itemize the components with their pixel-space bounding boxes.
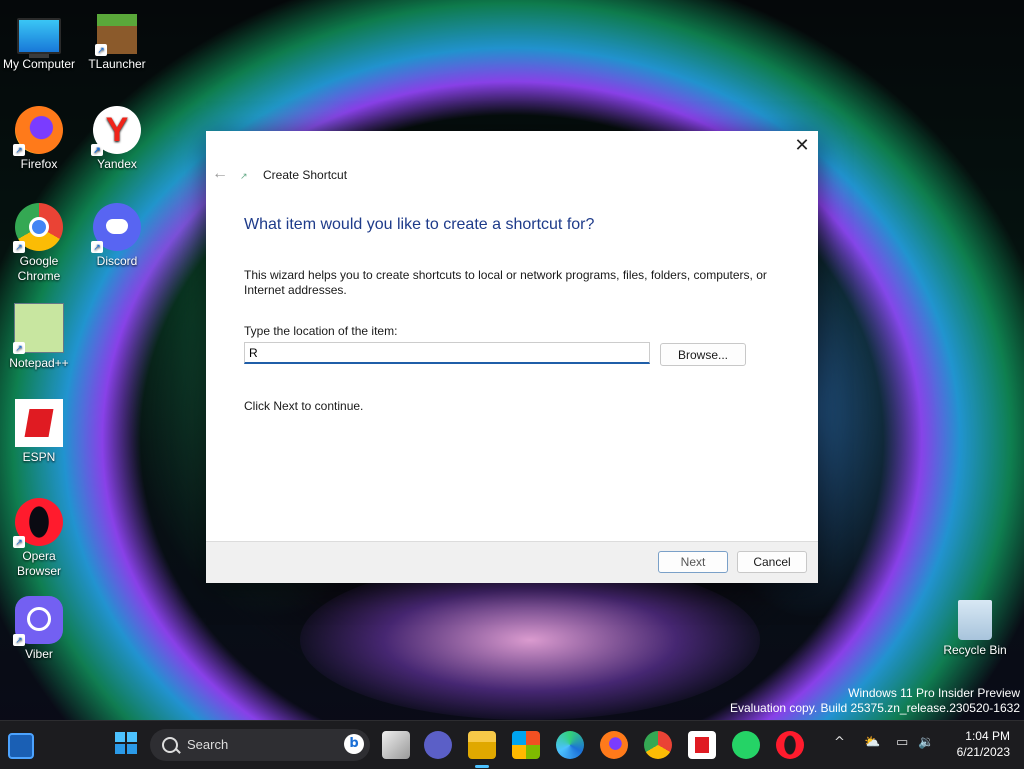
file-explorer-icon[interactable] <box>468 731 496 759</box>
desktop-icon-label: Viber <box>25 647 53 661</box>
notepadpp-icon: ↗ <box>13 303 64 354</box>
shortcut-arrow-icon: ↗ <box>91 241 103 253</box>
desktop-icon-recycle-bin[interactable]: Recycle Bin <box>936 596 1014 658</box>
monitor-icon <box>17 18 61 58</box>
network-icon[interactable]: ▭ <box>896 735 908 750</box>
close-icon[interactable]: ✕ <box>792 135 812 155</box>
shortcut-arrow-icon: ↗ <box>13 536 25 548</box>
desktop-icon-yandex[interactable]: Y ↗ Yandex <box>78 106 156 172</box>
recycle-bin-icon <box>958 600 992 640</box>
desktop-icon-label: My Computer <box>2 57 76 71</box>
desktop-icon-label: Opera Browser <box>16 549 61 578</box>
next-button[interactable]: Next <box>658 551 728 573</box>
desktop-icon-espn[interactable]: ESPN <box>0 399 78 465</box>
shortcut-arrow-icon: ↗ <box>13 342 25 354</box>
yandex-glyph: Y <box>105 111 129 149</box>
desktop-icon-label: Recycle Bin <box>943 643 1007 657</box>
edge-icon[interactable] <box>556 731 584 759</box>
chrome-icon: ↗ <box>13 203 63 253</box>
opera-icon: ↗ <box>13 498 63 548</box>
desktop-icon-discord[interactable]: ↗ Discord <box>78 203 156 269</box>
search-label: Search <box>187 737 229 752</box>
desktop-icon-notepadpp[interactable]: ↗ Notepad++ <box>0 303 78 371</box>
browse-button[interactable]: Browse... <box>660 343 746 366</box>
taskbar: Search b ^ ⛅ ▭ 🔉 1:04 PM 6/21/2023 <box>0 720 1024 769</box>
dialog-footer: Next Cancel <box>206 541 818 583</box>
watermark-line-2: Evaluation copy. Build 25375.zn_release.… <box>730 701 1020 715</box>
shortcut-arrow-icon: ↗ <box>91 144 103 156</box>
taskbar-clock[interactable]: 1:04 PM 6/21/2023 <box>957 728 1010 760</box>
taskbar-search[interactable]: Search b <box>150 729 370 761</box>
desktop-icon-firefox[interactable]: ↗ Firefox <box>0 106 78 172</box>
evaluation-watermark: Windows 11 Pro Insider Preview Evaluatio… <box>730 686 1020 716</box>
clock-date: 6/21/2023 <box>956 745 1010 759</box>
desktop-icon-viber[interactable]: ↗ Viber <box>0 596 78 662</box>
search-icon <box>162 737 178 753</box>
desktop-icon-label: Discord <box>96 254 138 268</box>
cancel-button[interactable]: Cancel <box>737 551 807 573</box>
discord-icon: ↗ <box>91 203 141 253</box>
desktop-icon-label: Notepad++ <box>9 356 69 370</box>
firefox-icon[interactable] <box>600 731 628 759</box>
watermark-line-1: Windows 11 Pro Insider Preview <box>848 686 1020 700</box>
opera-icon[interactable] <box>776 731 804 759</box>
create-shortcut-dialog: ✕ ← ↗ Create Shortcut What item would yo… <box>206 131 818 583</box>
location-label: Type the location of the item: <box>244 324 398 338</box>
firefox-icon: ↗ <box>13 106 63 156</box>
shortcut-arrow-icon: ↗ <box>95 44 107 56</box>
volume-icon[interactable]: 🔉 <box>918 735 934 750</box>
show-hidden-icons-chevron[interactable]: ^ <box>834 735 845 750</box>
espn-icon[interactable] <box>688 731 716 759</box>
viber-icon: ↗ <box>13 596 63 646</box>
desktop-icon-opera-browser[interactable]: ↗ Opera Browser <box>0 498 78 579</box>
desktop-icon-label: Yandex <box>97 157 137 171</box>
location-input[interactable] <box>244 342 650 364</box>
start-icon[interactable] <box>112 731 140 759</box>
espn-icon <box>15 399 63 447</box>
whatsapp-icon[interactable] <box>732 731 760 759</box>
desktop-icon-my-computer[interactable]: My Computer <box>0 10 78 72</box>
desktop-icon-label: TLauncher <box>88 57 146 71</box>
store-icon[interactable] <box>512 731 540 759</box>
dialog-heading: What item would you like to create a sho… <box>244 216 595 233</box>
task-view-icon[interactable] <box>382 731 410 759</box>
shortcut-arrow-icon: ↗ <box>13 144 25 156</box>
chrome-icon[interactable] <box>644 731 672 759</box>
dialog-description: This wizard helps you to create shortcut… <box>244 268 767 297</box>
next-hint: Click Next to continue. <box>244 399 364 413</box>
onedrive-offline-icon[interactable]: ⛅ <box>864 735 880 750</box>
minecraft-block-icon: ↗ <box>95 14 137 56</box>
shortcut-arrow-icon: ↗ <box>13 241 25 253</box>
desktop-icon-tlauncher[interactable]: ↗ TLauncher <box>78 10 156 72</box>
clock-time: 1:04 PM <box>965 729 1010 743</box>
desktop-icon-label: Firefox <box>20 157 58 171</box>
shortcut-arrow-icon: ↗ <box>13 634 25 646</box>
bing-icon[interactable]: b <box>344 734 364 754</box>
desktop-icon-label: Google Chrome <box>17 254 61 283</box>
back-arrow-icon[interactable]: ← <box>212 165 228 183</box>
desktop-icon-label: ESPN <box>22 450 56 464</box>
teams-chat-icon[interactable] <box>424 731 452 759</box>
desktop-icon-google-chrome[interactable]: ↗ Google Chrome <box>0 203 78 284</box>
dialog-title: Create Shortcut <box>263 168 348 182</box>
yandex-icon: Y ↗ <box>91 106 141 156</box>
shortcut-wizard-icon: ↗ <box>240 171 248 181</box>
wallpaper-glow-pink <box>300 560 760 720</box>
widgets-icon[interactable] <box>8 733 34 759</box>
